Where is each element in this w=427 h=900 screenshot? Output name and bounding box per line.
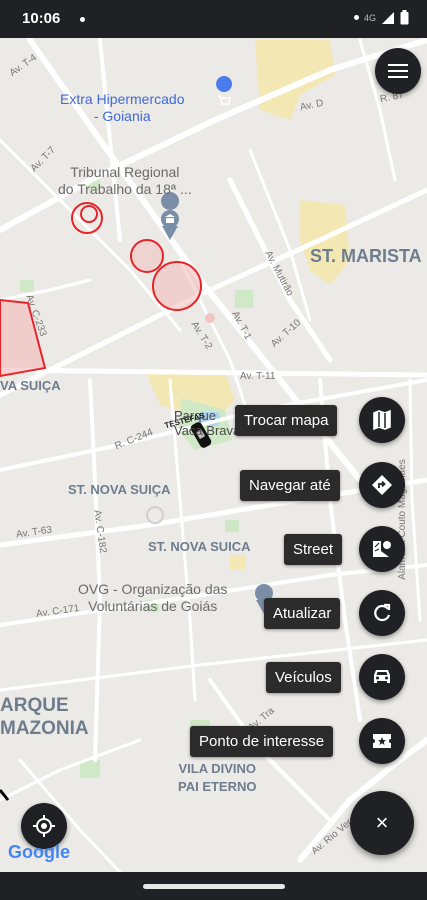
navegar-ate-button[interactable] bbox=[359, 462, 405, 508]
shopping-cart-icon bbox=[218, 95, 231, 105]
google-attribution: Google bbox=[8, 842, 70, 863]
district-label: ARQUE MAZONIA bbox=[0, 695, 89, 739]
status-time: 10:06 bbox=[22, 10, 61, 27]
place-label-extra: Extra Hipermercado - Goiania bbox=[60, 91, 185, 124]
fab-label-ponto-interesse[interactable]: Ponto de interesse bbox=[190, 726, 334, 757]
district-label: ST. MARISTA bbox=[310, 246, 422, 266]
district-label: VA SUIÇA bbox=[0, 378, 61, 393]
street-view-icon bbox=[373, 541, 391, 557]
map-icon bbox=[373, 409, 391, 431]
google-logo-text: Google bbox=[8, 842, 70, 862]
close-icon: × bbox=[375, 810, 389, 835]
ponto-interesse-button[interactable] bbox=[359, 718, 405, 764]
battery-icon bbox=[400, 10, 409, 25]
fab-label-navegar-ate[interactable]: Navegar até bbox=[240, 470, 340, 501]
status-bar: 10:06 4G bbox=[0, 0, 427, 38]
poi-ticket-icon bbox=[373, 734, 391, 748]
place-label-ovg: OVG - Organização das Voluntárias de Goi… bbox=[78, 581, 228, 614]
car-icon bbox=[374, 670, 390, 683]
menu-button[interactable] bbox=[375, 48, 421, 94]
fab-label-veiculos[interactable]: Veículos bbox=[266, 662, 341, 693]
fab-label-atualizar[interactable]: Atualizar bbox=[264, 598, 341, 629]
district-label: VILA DIVINO PAI ETERNO bbox=[178, 761, 257, 794]
home-gesture-handle[interactable] bbox=[143, 884, 285, 889]
street-label: Av. T-11 bbox=[240, 371, 276, 382]
refresh-icon bbox=[374, 603, 391, 622]
notification-dot-icon bbox=[80, 17, 85, 22]
atualizar-button[interactable] bbox=[359, 590, 405, 636]
status-icons: 4G bbox=[353, 10, 409, 25]
notification-dot-icon bbox=[353, 15, 359, 20]
district-label: ST. NOVA SUICA bbox=[148, 539, 251, 554]
fab-label-street[interactable]: Street bbox=[284, 534, 343, 565]
courthouse-icon bbox=[165, 214, 175, 223]
veiculos-button[interactable] bbox=[359, 654, 405, 700]
system-nav-bar bbox=[0, 872, 427, 900]
directions-icon bbox=[372, 475, 392, 495]
close-fab-button[interactable]: × bbox=[350, 791, 414, 855]
trocar-mapa-button[interactable] bbox=[359, 397, 405, 443]
signal-icon bbox=[382, 11, 394, 24]
fab-label-trocar-mapa[interactable]: Trocar mapa bbox=[235, 405, 338, 436]
street-button[interactable] bbox=[359, 526, 405, 572]
place-label-tribunal: Tribunal Regional do Trabalho da 18ª ... bbox=[58, 164, 192, 197]
district-label: ST. NOVA SUIÇA bbox=[68, 482, 171, 497]
my-location-icon bbox=[33, 815, 55, 837]
menu-icon bbox=[388, 64, 408, 78]
network-label: 4G bbox=[363, 12, 376, 23]
